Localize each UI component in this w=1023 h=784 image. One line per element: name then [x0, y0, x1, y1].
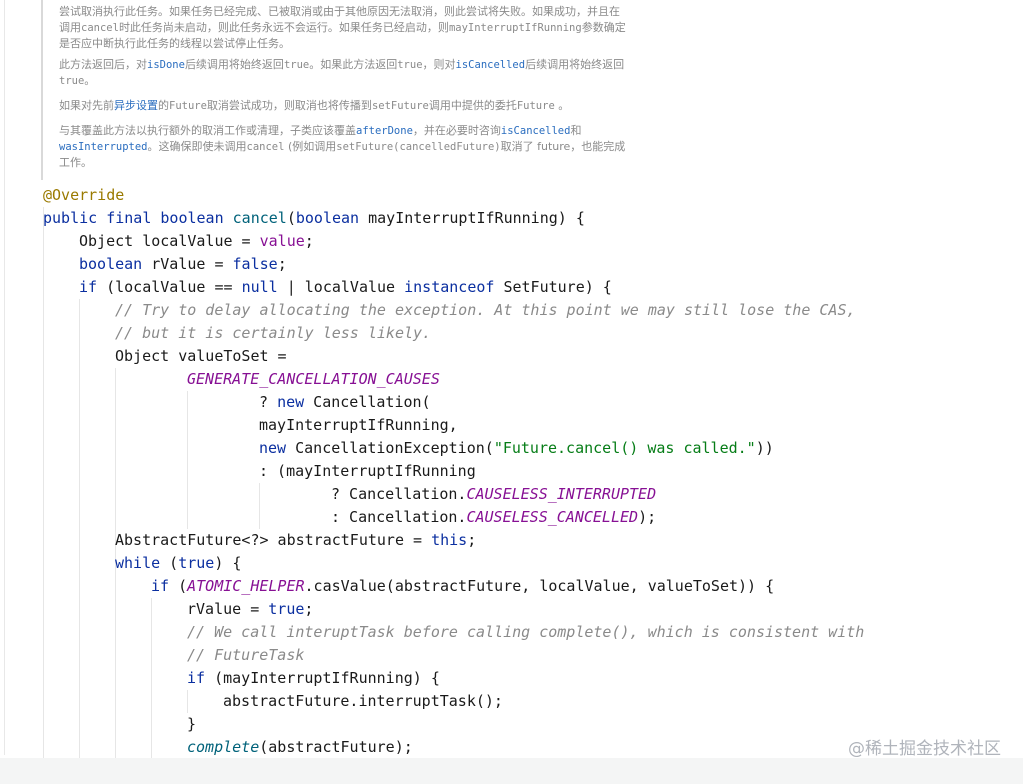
indent-guide [43, 207, 44, 767]
code-line: : Cancellation.CAUSELESS_CANCELLED); [331, 508, 657, 526]
doc-text: 尝试取消执行此任务。如果任务已经完成、已被取消或由于其他原因无法取消，则此尝试将… [59, 5, 620, 18]
javadoc-paragraph-2: 此方法返回后，对isDone后续调用将始终返回true。如果此方法返回true，… [59, 58, 625, 87]
link-isCancelled-2[interactable]: isCancelled [501, 125, 571, 137]
code-line: ? new Cancellation( [259, 393, 431, 411]
indent-guide [151, 598, 152, 758]
link-isCancelled[interactable]: isCancelled [456, 59, 526, 71]
code-area[interactable]: @Override public final boolean cancel(bo… [43, 184, 1003, 767]
doc-text: 是否应中断执行此任务的线程以尝试停止任务。 [59, 37, 290, 50]
indent-guide [259, 483, 260, 529]
code-line: new CancellationException("Future.cancel… [259, 439, 774, 457]
code-line: : (mayInterruptIfRunning [259, 462, 476, 480]
code-line: while (true) { [115, 554, 242, 572]
code-line: Object valueToSet = [115, 347, 287, 365]
code-line: mayInterruptIfRunning, [259, 416, 458, 434]
link-async-set[interactable]: 异步设置 [114, 99, 158, 112]
code-line: complete(abstractFuture); [187, 738, 413, 756]
indent-guide [79, 299, 80, 759]
code-line: ? Cancellation.CAUSELESS_INTERRUPTED [331, 485, 657, 503]
code-line: boolean rValue = false; [79, 255, 287, 273]
javadoc-paragraph-1: 尝试取消执行此任务。如果任务已经完成、已被取消或由于其他原因无法取消，则此尝试将… [59, 4, 679, 52]
indent-guide [187, 690, 188, 713]
code-line: if (ATOMIC_HELPER.casValue(abstractFutur… [151, 577, 775, 595]
javadoc-block: 尝试取消执行此任务。如果任务已经完成、已被取消或由于其他原因无法取消，则此尝试将… [41, 0, 681, 180]
code-line: if (mayInterruptIfRunning) { [187, 669, 440, 687]
code-comment: // but it is certainly less likely. [115, 324, 432, 342]
watermark: @稀土掘金技术社区 [848, 739, 1001, 759]
link-isDone[interactable]: isDone [147, 59, 185, 71]
indent-guide [187, 391, 188, 529]
code-line-signature: public final boolean cancel(boolean mayI… [43, 209, 585, 227]
code-line: abstractFuture.interruptTask(); [223, 692, 503, 710]
javadoc-paragraph-4: 与其覆盖此方法以执行额外的取消工作或清理，子类应该覆盖afterDone，并在必… [59, 124, 626, 169]
code-line-annotation: @Override [43, 186, 125, 204]
page-edge [4, 0, 5, 755]
doc-text: 调用cancel时此任务尚未启动，则此任务永远不会运行。如果任务已经启动，则ma… [59, 21, 626, 34]
code-line: rValue = true; [187, 600, 314, 618]
link-afterDone[interactable]: afterDone [356, 125, 413, 137]
code-constant: GENERATE_CANCELLATION_CAUSES [187, 370, 440, 388]
code-line: if (localValue == null | localValue inst… [79, 278, 612, 296]
code-line: Object localValue = value; [79, 232, 314, 250]
code-comment: // We call interuptTask before calling c… [187, 623, 865, 641]
code-comment: // Try to delay allocating the exception… [115, 301, 856, 319]
code-line: } [187, 715, 197, 733]
code-line: AbstractFuture<?> abstractFuture = this; [115, 531, 477, 549]
javadoc-paragraph-3: 如果对先前异步设置的Future取消尝试成功，则取消也将传播到setFuture… [59, 99, 570, 112]
code-editor: 尝试取消执行此任务。如果任务已经完成、已被取消或由于其他原因无法取消，则此尝试将… [0, 0, 1023, 784]
code-comment: // FutureTask [187, 646, 305, 664]
link-wasInterrupted[interactable]: wasInterrupted [59, 141, 148, 153]
